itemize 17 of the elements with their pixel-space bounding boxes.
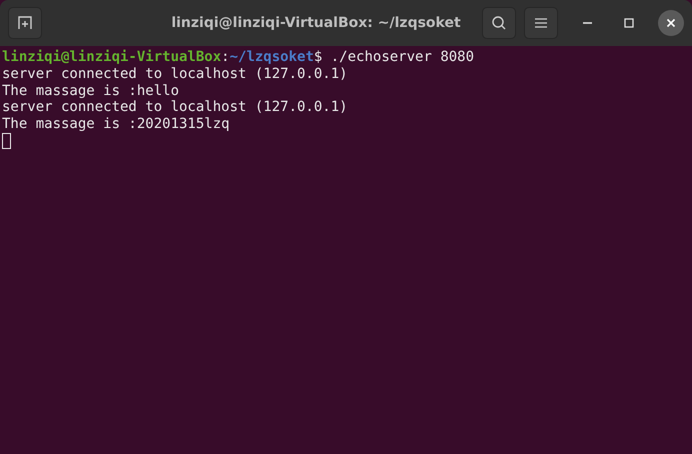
menu-icon bbox=[534, 17, 548, 29]
close-icon bbox=[666, 18, 676, 28]
prompt-line: linziqi@linziqi-VirtualBox:~/lzqsoket$ ./echoserver 8080 bbox=[2, 49, 474, 66]
search-button[interactable] bbox=[482, 7, 516, 39]
output-line: The massage is :hello bbox=[2, 82, 180, 100]
window-title: linziqi@linziqi-VirtualBox: ~/lzqsoket bbox=[170, 15, 462, 31]
new-tab-icon bbox=[17, 15, 33, 31]
new-tab-button[interactable] bbox=[8, 7, 42, 39]
output-line: server connected to localhost (127.0.0.1) bbox=[2, 66, 348, 83]
output-line: The massage is :20201315lzq bbox=[2, 116, 230, 133]
close-button[interactable] bbox=[658, 10, 684, 36]
menu-button[interactable] bbox=[524, 7, 558, 39]
minimize-icon bbox=[582, 22, 592, 24]
output-line: server connected to localhost (127.0.0.1) bbox=[2, 99, 348, 116]
cursor bbox=[2, 132, 11, 149]
search-icon bbox=[491, 15, 507, 31]
maximize-icon bbox=[624, 18, 634, 28]
